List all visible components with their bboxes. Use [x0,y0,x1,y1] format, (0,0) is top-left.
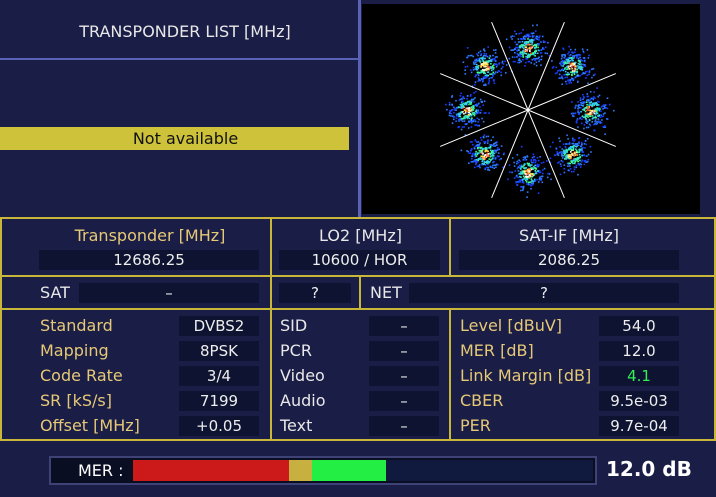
transponder-value: 12686.25 [39,250,259,270]
transponder-label: Transponder [MHz] [74,226,226,245]
page-title: TRANSPONDER LIST [MHz] [79,22,291,41]
param-label-link-margin: Link Margin [dB] [460,366,592,385]
sat-label: SAT [40,283,70,302]
param-label-per: PER [460,416,491,435]
lo2-value: 10600 / HOR [279,250,440,270]
param-label-audio: Audio [280,391,326,410]
param-label-mer: MER [dB] [460,341,534,360]
title-divider [0,58,360,60]
param-label-video: Video [280,366,325,385]
satif-label: SAT-IF [MHz] [519,226,619,245]
param-label-pcr: PCR [280,341,312,360]
param-value-standard: DVBS2 [179,316,259,336]
param-value-code-rate: 3/4 [179,366,259,386]
param-label-text: Text [280,416,313,435]
param-value-per: 9.7e-04 [599,416,679,436]
grid-line-1 [0,275,716,277]
param-label-offset: Offset [MHz] [40,416,140,435]
param-label-sr: SR [kS/s] [40,391,112,410]
grid-vline-1 [270,217,272,441]
param-value-mapping: 8PSK [179,341,259,361]
param-value-cber: 9.5e-03 [599,391,679,411]
constellation-display [362,4,700,214]
param-value-sid: – [369,316,439,336]
mer-bar-segment [289,460,312,481]
net-label: NET [370,283,402,302]
grid-vline-3 [449,308,451,441]
status-text: Not available [132,129,239,148]
satif-value: 2086.25 [459,250,679,270]
constellation-plot [440,22,616,198]
param-value-audio: – [369,391,439,411]
sat-value: – [79,283,259,303]
mer-bar-track [133,460,593,481]
mer-value: 12.0 dB [606,457,692,481]
param-label-mapping: Mapping [40,341,109,360]
param-label-level: Level [dBuV] [460,316,563,335]
param-label-sid: SID [280,316,308,335]
status-banner: Not available [0,127,349,150]
param-label-code-rate: Code Rate [40,366,123,385]
net-value: ? [409,283,679,303]
grid-line-2 [0,308,716,310]
param-value-offset: +0.05 [179,416,259,436]
param-value-video: – [369,366,439,386]
param-value-link-margin: 4.1 [599,366,679,386]
param-value-mer: 12.0 [599,341,679,361]
param-label-cber: CBER [460,391,504,410]
grid-line-bottom [0,439,716,441]
param-value-level: 54.0 [599,316,679,336]
grid-line-left [0,217,2,441]
grid-vline-net [359,277,361,308]
param-value-text: – [369,416,439,436]
mer-bar-segment [312,460,386,481]
param-value-pcr: – [369,341,439,361]
sat-mid-value: ? [279,283,351,303]
mer-bar-segment [133,460,289,481]
param-label-standard: Standard [40,316,113,335]
param-value-sr: 7199 [179,391,259,411]
grid-line-top [0,217,716,219]
top-left-panel: TRANSPONDER LIST [MHz] Not available [0,0,360,217]
mer-bar-label: MER : [78,461,124,480]
lo2-label: LO2 [MHz] [319,226,402,245]
